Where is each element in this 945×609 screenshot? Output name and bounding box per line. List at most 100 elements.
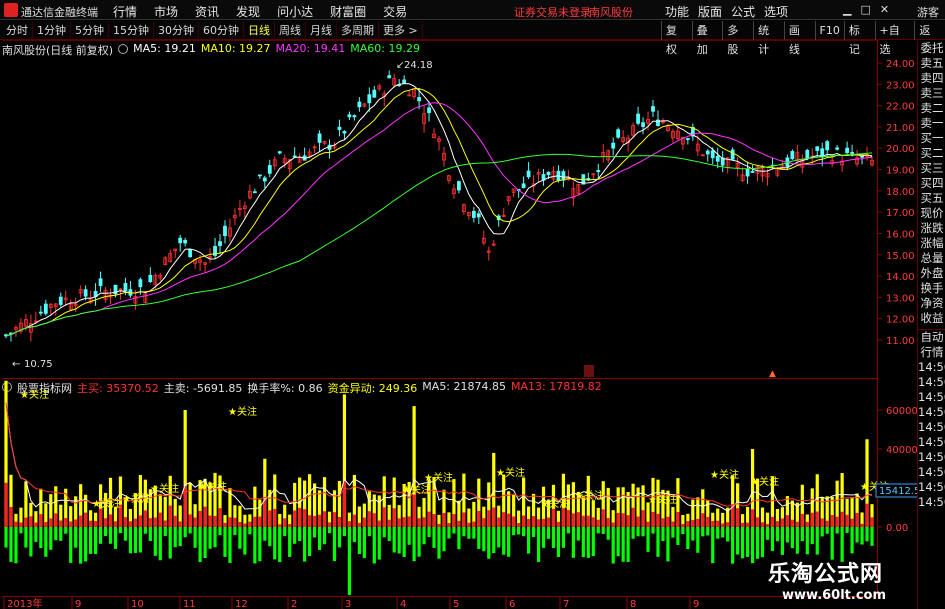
sell-bar [213,527,217,548]
sell-bar [203,527,207,559]
net-buy-bar [128,521,133,527]
net-buy-bar [825,520,829,527]
attention-marker: ★关注 [20,388,49,401]
attention-marker: ★关注 [540,497,569,510]
sell-bar [173,527,177,548]
net-buy-bar [228,517,232,527]
sell-bar [312,527,317,538]
net-buy-bar [168,505,172,527]
side-quote-row: 卖二 [920,101,944,115]
side-quote-row: 收益 [920,311,944,325]
sell-bar [810,527,814,545]
sell-bar [377,527,381,560]
net-buy-bar [307,515,312,527]
candle-body [705,150,710,155]
sell-bar [551,527,556,548]
sell-bar [288,527,292,557]
net-buy-bar [203,506,207,527]
side-tick-row: 14:50 [918,465,945,479]
attention-marker: ★关注 [648,493,677,506]
event-marker-icon[interactable]: ▲ [769,369,776,379]
candle-body [790,151,795,160]
sell-bar [337,527,342,548]
net-buy-bar [487,510,491,527]
sell-bar [835,527,839,534]
net-buy-bar [29,516,33,527]
candle-body [267,165,272,174]
net-buy-bar [407,516,411,527]
side-quote-row: 外盘 [920,266,944,280]
net-buy-bar [452,514,456,527]
candle-body [745,168,750,177]
candle-body [317,133,322,143]
net-buy-bar [59,520,63,527]
info-mine-icon[interactable] [584,365,594,377]
net-buy-bar [815,511,819,527]
sell-bar [113,527,118,549]
net-buy-bar [835,516,839,527]
sell-bar [845,527,849,533]
sell-bar [158,527,162,561]
side-tick-row: 14:50 [918,480,945,494]
sell-bar [307,527,312,557]
net-buy-bar [740,522,745,527]
attention-marker: ★关注 [150,482,179,495]
candle-body [183,239,188,244]
sell-bar [825,527,829,534]
candle-body [83,289,88,297]
watermark-url: www.60lt.com [782,588,887,603]
side-quote-row: 换手 [920,281,944,295]
sell-bar [541,527,546,548]
frame-middle [2,378,877,379]
sell-bar [293,527,297,544]
candle-body [252,191,257,194]
net-buy-bar [397,518,401,527]
sell-bar [736,527,740,555]
sell-bar [93,527,98,555]
sell-bar [745,527,750,557]
sell-bar [303,527,307,562]
date-tick-label: 9 [693,599,699,609]
net-buy-bar [24,517,28,527]
sell-bar [795,527,799,554]
sell-bar [850,527,854,554]
net-buy-bar [427,511,431,527]
sell-bar [347,527,352,595]
candle-body [750,171,755,173]
sell-bar [800,527,804,542]
sell-bar [502,527,506,555]
net-buy-bar [541,518,546,527]
candle-body [417,97,421,102]
sub-tick-label: 60000 [886,406,918,417]
net-buy-bar [4,482,8,527]
candle-body [342,131,347,134]
candle-body [845,147,850,154]
candle-body [476,213,481,218]
sell-bar [676,527,680,545]
sell-bar [208,527,212,549]
sell-bar [661,527,665,541]
candle-body [561,171,566,181]
attention-marker: ★关注 [710,468,739,481]
net-buy-bar [317,514,322,527]
sell-bar [153,527,157,556]
sell-bar [760,527,765,558]
candle-body [178,237,183,244]
sell-bar [79,527,83,564]
net-buy-bar [79,515,83,527]
candle-body [138,279,143,288]
side-tick-row[interactable]: 自动 [918,330,945,345]
kline-chart[interactable]: 24.0023.0022.0021.0020.0019.0018.0017.00… [0,0,945,609]
candle-body [38,311,43,314]
net-buy-bar [531,516,536,527]
net-buy-bar [54,513,58,527]
side-tick-row[interactable]: 行情 [918,345,945,360]
net-buy-bar [855,512,859,527]
sell-bar [581,527,585,558]
net-buy-bar [517,522,521,527]
sell-bar [641,527,645,537]
sell-bar [118,527,123,534]
sell-bar [392,527,396,553]
sell-bar [228,527,232,563]
side-quote-row: 买三 [920,161,944,175]
